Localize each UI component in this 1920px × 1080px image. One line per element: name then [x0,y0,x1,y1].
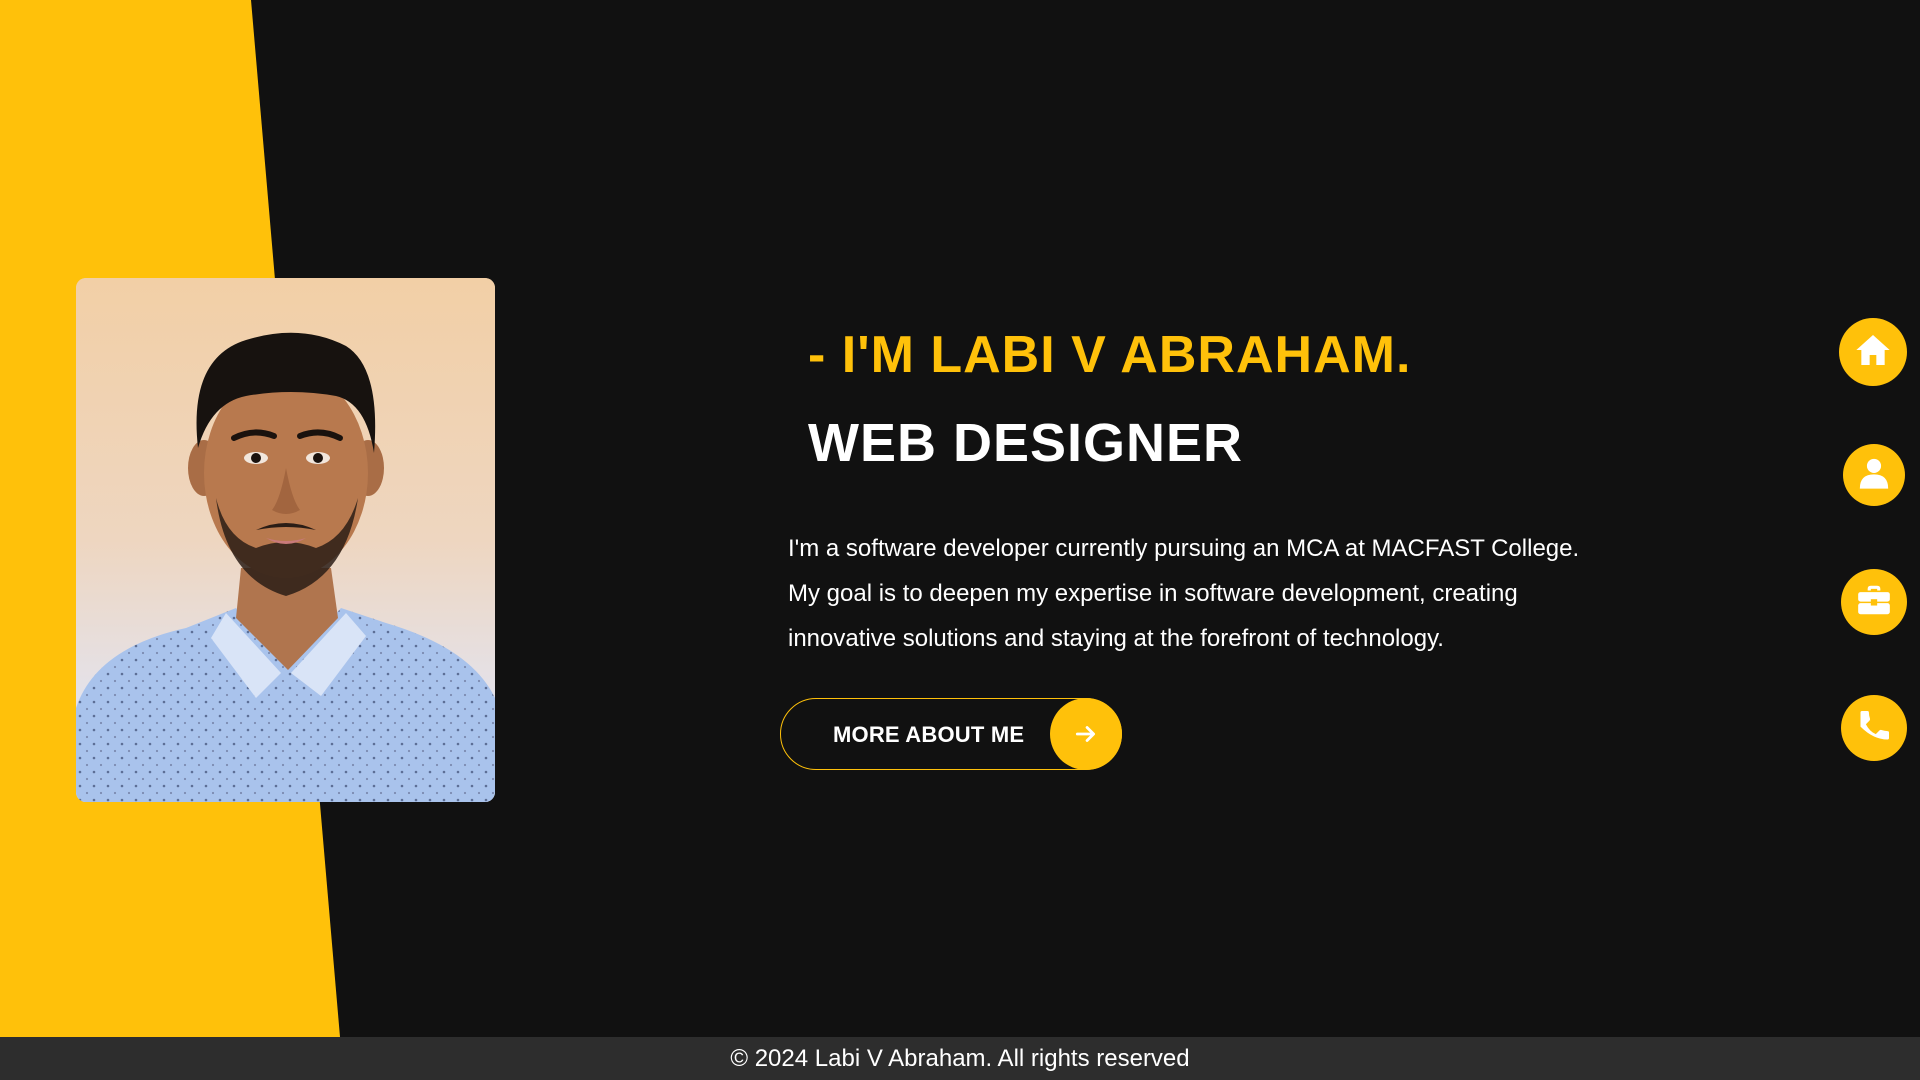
nav-portfolio-button[interactable] [1841,569,1907,635]
page-footer: © 2024 Labi V Abraham. All rights reserv… [0,1037,1920,1080]
briefcase-icon [1855,581,1893,624]
home-icon [1853,330,1893,375]
phone-icon [1856,708,1892,749]
profile-photo [76,278,495,802]
hero-role-heading: WEB DESIGNER [808,413,1244,473]
nav-home-button[interactable] [1839,318,1907,386]
more-about-me-label: MORE ABOUT ME [833,722,1025,747]
nav-about-button[interactable] [1843,444,1905,506]
hero-description: I'm a software developer currently pursu… [788,535,1580,652]
arrow-right-icon [1050,698,1122,770]
nav-contact-button[interactable] [1841,695,1907,761]
user-icon [1857,456,1891,495]
hero-name-heading: - I'M LABI V ABRAHAM. [808,326,1412,384]
more-about-me-button[interactable]: MORE ABOUT ME [780,698,1122,770]
footer-copyright: © 2024 Labi V Abraham. All rights reserv… [730,1045,1190,1072]
